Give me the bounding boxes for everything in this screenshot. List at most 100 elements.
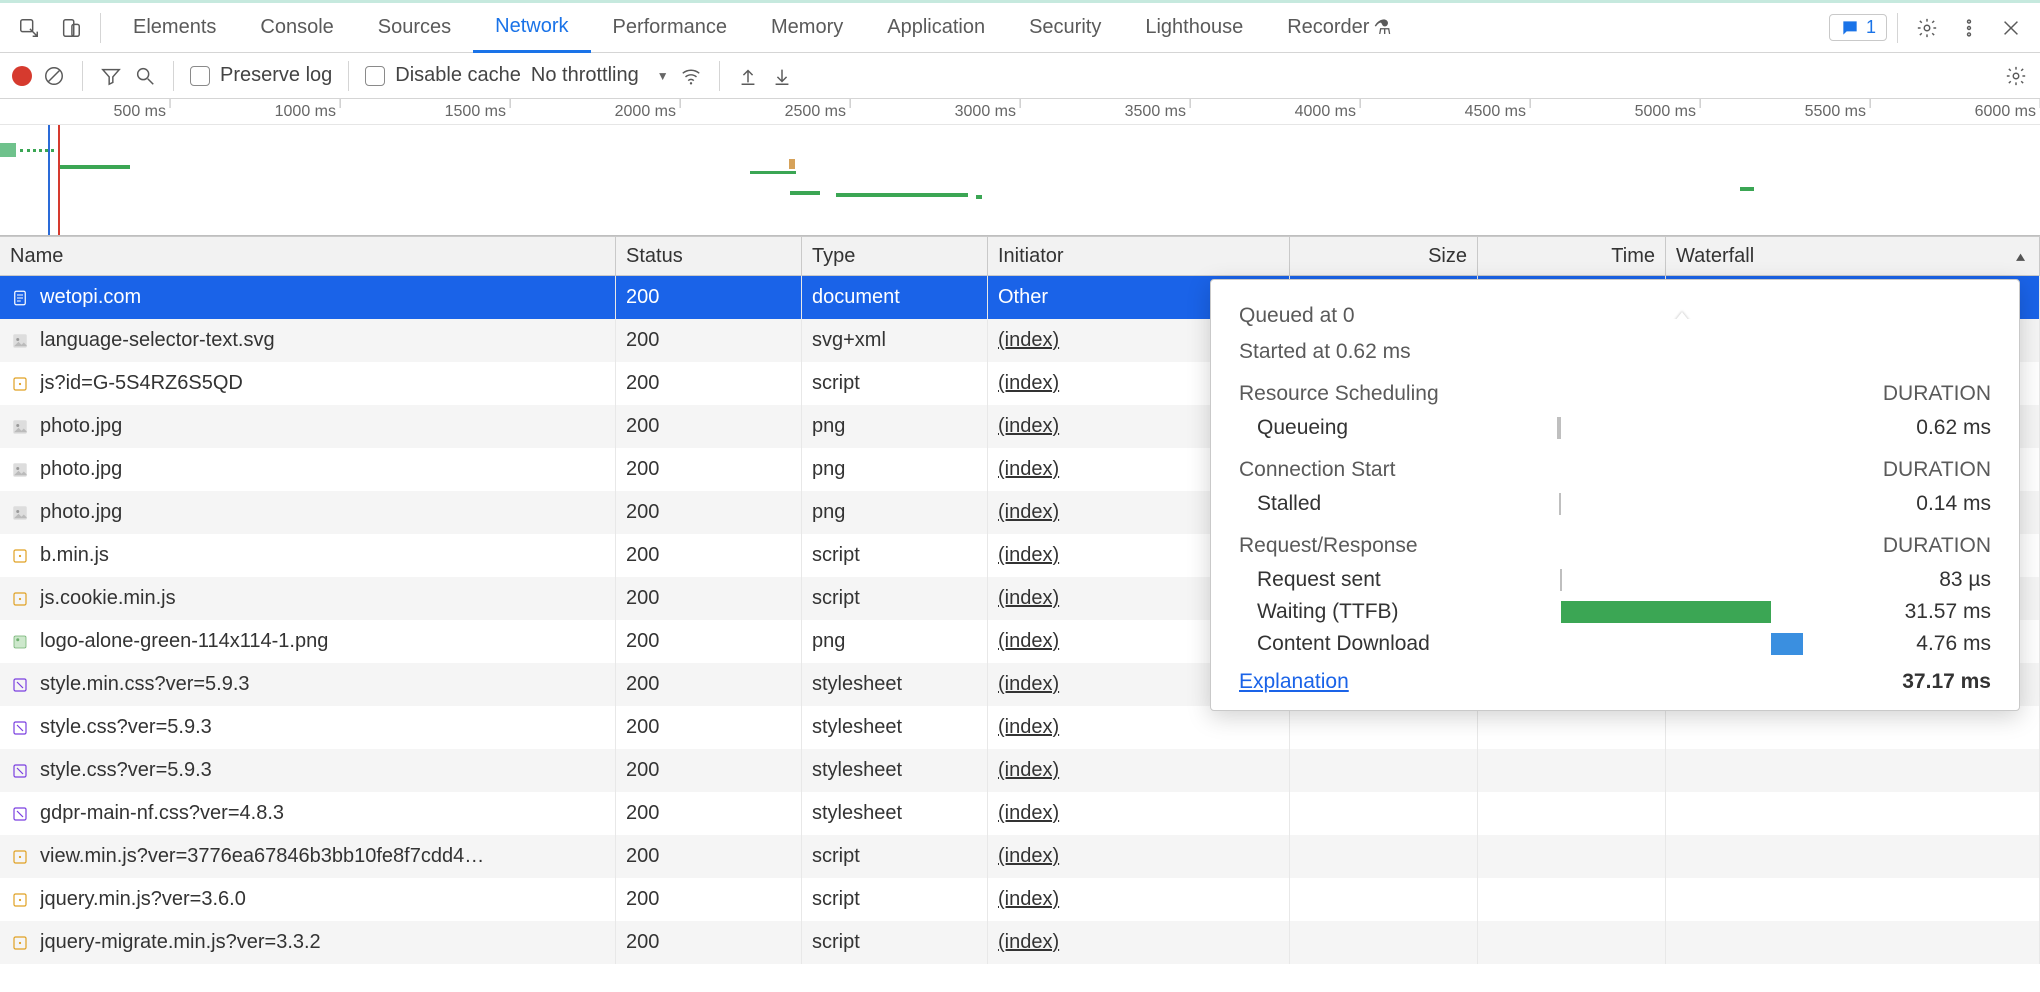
request-name: photo.jpg (40, 415, 122, 438)
search-icon[interactable] (133, 64, 157, 88)
request-name: language-selector-text.svg (40, 329, 275, 352)
request-waterfall (1666, 921, 2040, 964)
request-status: 200 (616, 749, 802, 792)
col-type[interactable]: Type (802, 237, 988, 275)
timing-total: 37.17 ms (1902, 670, 1991, 694)
request-type: script (802, 534, 988, 577)
explanation-link[interactable]: Explanation (1239, 670, 1349, 694)
file-type-icon (10, 288, 30, 308)
initiator-link[interactable]: (index) (998, 931, 1059, 954)
close-devtools-icon[interactable] (1992, 9, 2030, 47)
request-type: script (802, 577, 988, 620)
request-status: 200 (616, 921, 802, 964)
request-size (1290, 749, 1478, 792)
file-type-icon (10, 374, 30, 394)
ruler-tick: 2000 ms (615, 103, 680, 121)
table-row[interactable]: view.min.js?ver=3776ea67846b3bb10fe8f7cd… (0, 835, 2040, 878)
timeline-overview[interactable]: 500 ms1000 ms1500 ms2000 ms2500 ms3000 m… (0, 99, 2040, 236)
request-name: logo-alone-green-114x114-1.png (40, 630, 328, 653)
issues-badge[interactable]: 1 (1829, 14, 1887, 41)
download-har-icon[interactable] (770, 64, 794, 88)
request-status: 200 (616, 577, 802, 620)
initiator-link[interactable]: (index) (998, 372, 1059, 395)
upload-har-icon[interactable] (736, 64, 760, 88)
network-conditions-icon[interactable] (679, 64, 703, 88)
tab-application[interactable]: Application (865, 3, 1007, 53)
metric-queueing: Queueing 0.62 ms (1257, 416, 1991, 440)
initiator-link[interactable]: (index) (998, 630, 1059, 653)
initiator-link[interactable]: (index) (998, 415, 1059, 438)
initiator-link[interactable]: (index) (998, 673, 1059, 696)
col-status[interactable]: Status (616, 237, 802, 275)
request-waterfall (1666, 706, 2040, 749)
preserve-log-checkbox[interactable]: Preserve log (190, 64, 332, 87)
settings-gear-icon[interactable] (1908, 9, 1946, 47)
col-name[interactable]: Name (0, 237, 616, 275)
tab-network[interactable]: Network (473, 3, 590, 53)
table-row[interactable]: style.css?ver=5.9.3200stylesheet(index) (0, 749, 2040, 792)
disable-cache-checkbox[interactable]: Disable cache (365, 64, 521, 87)
settings-gear-icon[interactable] (2004, 64, 2028, 88)
ruler-tick: 5000 ms (1635, 103, 1700, 121)
record-button[interactable] (12, 66, 32, 86)
tab-elements[interactable]: Elements (111, 3, 238, 53)
col-size[interactable]: Size (1290, 237, 1478, 275)
request-name: jquery-migrate.min.js?ver=3.3.2 (40, 931, 321, 954)
divider (173, 61, 174, 91)
initiator-link[interactable]: (index) (998, 458, 1059, 481)
tab-recorder[interactable]: Recorder ⚗ (1265, 3, 1413, 53)
table-row[interactable]: style.css?ver=5.9.3200stylesheet(index) (0, 706, 2040, 749)
request-name: photo.jpg (40, 458, 122, 481)
network-table: Name Status Type Initiator Size Time Wat… (0, 236, 2040, 964)
initiator-link[interactable]: (index) (998, 888, 1059, 911)
initiator-link[interactable]: (index) (998, 802, 1059, 825)
filter-icon[interactable] (99, 64, 123, 88)
metric-request-sent: Request sent 83 µs (1257, 568, 1991, 592)
col-time[interactable]: Time (1478, 237, 1666, 275)
col-waterfall[interactable]: Waterfall (1666, 237, 2040, 275)
request-name: style.css?ver=5.9.3 (40, 716, 212, 739)
request-status: 200 (616, 534, 802, 577)
ruler-tick: 500 ms (114, 103, 170, 121)
initiator-link[interactable]: (index) (998, 501, 1059, 524)
metric-stalled: Stalled 0.14 ms (1257, 492, 1991, 516)
table-header[interactable]: Name Status Type Initiator Size Time Wat… (0, 236, 2040, 276)
device-toolbar-icon[interactable] (52, 9, 90, 47)
request-initiator: (index) (988, 835, 1290, 878)
file-type-icon (10, 331, 30, 351)
table-row[interactable]: gdpr-main-nf.css?ver=4.8.3200stylesheet(… (0, 792, 2040, 835)
file-type-icon (10, 632, 30, 652)
tab-lighthouse[interactable]: Lighthouse (1123, 3, 1265, 53)
request-size (1290, 835, 1478, 878)
table-row[interactable]: jquery-migrate.min.js?ver=3.3.2200script… (0, 921, 2040, 964)
request-name: gdpr-main-nf.css?ver=4.8.3 (40, 802, 284, 825)
tab-sources[interactable]: Sources (356, 3, 473, 53)
initiator-link[interactable]: (index) (998, 845, 1059, 868)
clear-icon[interactable] (42, 64, 66, 88)
initiator-link[interactable]: (index) (998, 759, 1059, 782)
file-type-icon (10, 675, 30, 695)
initiator-link[interactable]: (index) (998, 716, 1059, 739)
tab-performance[interactable]: Performance (591, 3, 750, 53)
tab-console[interactable]: Console (238, 3, 355, 53)
kebab-menu-icon[interactable] (1950, 9, 1988, 47)
queued-at: Queued at 0 (1239, 304, 1991, 328)
divider (348, 61, 349, 91)
file-type-icon (10, 718, 30, 738)
initiator-link[interactable]: (index) (998, 587, 1059, 610)
table-row[interactable]: jquery.min.js?ver=3.6.0200script(index) (0, 878, 2040, 921)
initiator-link[interactable]: (index) (998, 544, 1059, 567)
file-type-icon (10, 546, 30, 566)
tab-security[interactable]: Security (1007, 3, 1123, 53)
ruler-tick: 4500 ms (1465, 103, 1530, 121)
request-waterfall (1666, 749, 2040, 792)
throttling-select[interactable]: No throttling▼ (531, 64, 669, 87)
request-type: png (802, 405, 988, 448)
started-at: Started at 0.62 ms (1239, 340, 1991, 364)
inspect-element-icon[interactable] (10, 9, 48, 47)
tab-memory[interactable]: Memory (749, 3, 865, 53)
request-status: 200 (616, 405, 802, 448)
request-status: 200 (616, 276, 802, 319)
col-initiator[interactable]: Initiator (988, 237, 1290, 275)
initiator-link[interactable]: (index) (998, 329, 1059, 352)
